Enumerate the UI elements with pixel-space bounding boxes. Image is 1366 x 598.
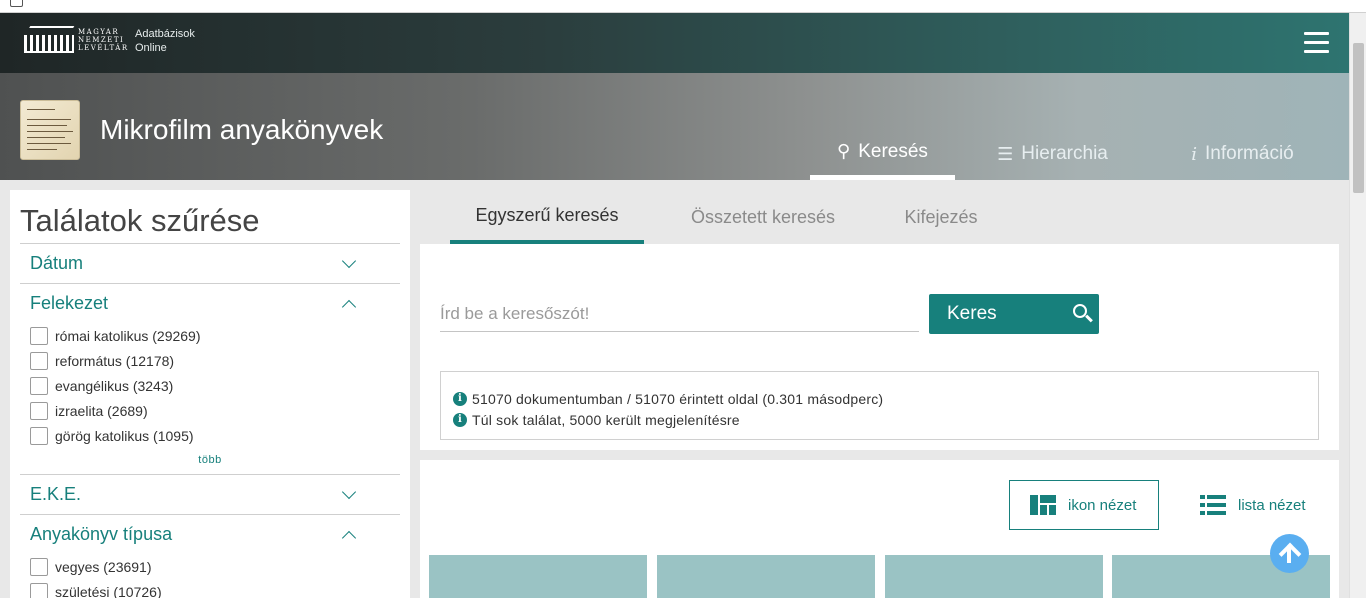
result-thumbnail[interactable] xyxy=(429,555,647,598)
search-mode-tabs: Egyszerű keresés Összetett keresés Kifej… xyxy=(420,190,1339,244)
facet-header[interactable]: Felekezet xyxy=(20,284,400,323)
scrollbar-thumb[interactable] xyxy=(1353,43,1364,193)
checkbox[interactable] xyxy=(30,326,48,345)
checkbox[interactable] xyxy=(30,582,48,598)
list-view-button[interactable]: lista nézet xyxy=(1200,480,1306,530)
page-scrollbar[interactable] xyxy=(1349,13,1366,598)
checkbox[interactable] xyxy=(30,351,48,370)
tab-search[interactable]: ⚲ Keresés xyxy=(810,128,955,180)
more-link[interactable]: több xyxy=(20,448,400,474)
chevron-down-icon xyxy=(341,484,357,499)
hierarchy-icon: ☰ xyxy=(997,143,1014,164)
chevron-up-icon xyxy=(341,530,357,545)
search-panel: Keres i 51070 dokumentumban / 51070 érin… xyxy=(420,244,1339,450)
chevron-up-icon xyxy=(341,299,357,314)
grid-view-icon xyxy=(1030,495,1056,515)
logo-text: MAGYAR NEMZETI LEVÉLTÁR xyxy=(78,27,129,52)
checkbox[interactable] xyxy=(30,376,48,395)
search-icon: ⚲ xyxy=(837,141,851,161)
results-panel: ikon nézet lista nézet xyxy=(420,460,1339,598)
page-icon xyxy=(10,0,23,7)
tab-expression[interactable]: Kifejezés xyxy=(886,190,996,244)
facet-register-type: Anyakönyv típusa vegyes (23691) születés… xyxy=(20,514,400,598)
result-thumbnail[interactable] xyxy=(657,555,875,598)
database-thumbnail xyxy=(20,100,80,160)
logo[interactable]: MAGYAR NEMZETI LEVÉLTÁR xyxy=(24,26,129,53)
tab-information[interactable]: i Információ xyxy=(1170,128,1315,180)
info-line: i Túl sok találat, 5000 került megjelení… xyxy=(453,409,1306,430)
list-view-icon xyxy=(1200,495,1226,515)
tab-advanced-search[interactable]: Összetett keresés xyxy=(670,190,856,244)
sidebar-title: Találatok szűrése xyxy=(20,203,260,238)
logo-mark-icon xyxy=(24,26,75,53)
info-line: i 51070 dokumentumban / 51070 érintett o… xyxy=(453,388,1306,409)
info-icon: i xyxy=(1191,143,1198,165)
search-info-box: i 51070 dokumentumban / 51070 érintett o… xyxy=(440,371,1319,440)
tab-simple-search[interactable]: Egyszerű keresés xyxy=(450,190,644,244)
facet-date: Dátum xyxy=(20,243,400,283)
checkbox[interactable] xyxy=(30,557,48,576)
hero-banner: Mikrofilm anyakönyvek ⚲ Keresés ☰ Hierar… xyxy=(0,73,1349,180)
facet-denomination: Felekezet római katolikus (29269) reform… xyxy=(20,283,400,474)
search-input[interactable] xyxy=(440,296,919,332)
chevron-down-icon xyxy=(341,253,357,268)
filter-option[interactable]: református (12178) xyxy=(20,348,400,373)
checkbox[interactable] xyxy=(30,401,48,420)
facet-header[interactable]: E.K.E. xyxy=(20,475,400,514)
page-title: Mikrofilm anyakönyvek xyxy=(100,114,384,145)
facet-eke: E.K.E. xyxy=(20,474,400,514)
filter-option[interactable]: evangélikus (3243) xyxy=(20,373,400,398)
scroll-to-top-button[interactable] xyxy=(1270,534,1309,573)
top-navigation-bar: MAGYAR NEMZETI LEVÉLTÁR Adatbázisok Onli… xyxy=(0,13,1349,73)
info-circle-icon: i xyxy=(453,391,467,406)
filter-option[interactable]: születési (10726) xyxy=(20,579,400,598)
site-subtitle: Adatbázisok Online xyxy=(135,28,195,54)
filter-option[interactable]: izraelita (2689) xyxy=(20,398,400,423)
icon-view-button[interactable]: ikon nézet xyxy=(1009,480,1159,530)
tab-hierarchy[interactable]: ☰ Hierarchia xyxy=(980,128,1125,180)
hamburger-menu-icon[interactable] xyxy=(1304,32,1329,54)
search-icon xyxy=(1073,304,1087,318)
filter-option[interactable]: római katolikus (29269) xyxy=(20,323,400,348)
info-circle-icon: i xyxy=(453,412,467,427)
facet-header[interactable]: Anyakönyv típusa xyxy=(20,515,400,554)
filter-option[interactable]: vegyes (23691) xyxy=(20,554,400,579)
filter-sidebar: Találatok szűrése Dátum Felekezet római … xyxy=(10,190,410,598)
browser-toolbar xyxy=(0,0,1366,13)
facet-header[interactable]: Dátum xyxy=(20,244,400,283)
filter-option[interactable]: görög katolikus (1095) xyxy=(20,423,400,448)
result-thumbnail[interactable] xyxy=(885,555,1103,598)
search-button[interactable]: Keres xyxy=(929,294,1099,334)
checkbox[interactable] xyxy=(30,426,48,445)
